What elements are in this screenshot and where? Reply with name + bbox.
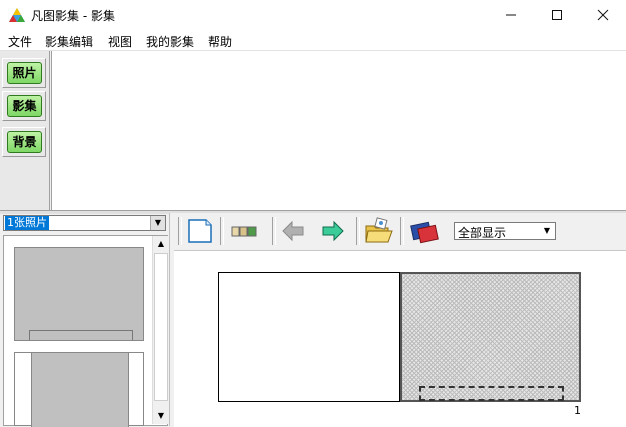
minimize-button[interactable] [488, 0, 534, 30]
scroll-down-icon[interactable]: ▼ [153, 408, 169, 424]
album-icon [410, 221, 439, 244]
layout-button[interactable] [228, 217, 257, 245]
minimize-icon [506, 14, 516, 16]
open-folder-button[interactable] [364, 217, 393, 245]
maximize-button[interactable] [534, 0, 580, 30]
toolbar-separator [178, 217, 182, 245]
title-bar: 凡图影集 - 影集 [0, 0, 626, 30]
album-toolbar [174, 213, 626, 249]
display-mode-value: 全部显示 [458, 226, 507, 240]
thumbnail-item[interactable] [14, 352, 144, 427]
page-number: 1 [574, 404, 581, 417]
previous-button[interactable] [280, 217, 308, 245]
album-button[interactable] [408, 217, 439, 245]
chevron-down-icon[interactable]: ▼ [150, 216, 165, 230]
thumbnail-list [3, 235, 168, 427]
window-title: 凡图影集 - 影集 [31, 9, 115, 23]
next-button[interactable] [318, 217, 346, 245]
prev-arrow-icon [282, 220, 304, 242]
album-page-left[interactable] [218, 272, 400, 402]
next-arrow-icon [322, 220, 344, 242]
menu-file[interactable]: 文件 [8, 33, 32, 50]
close-icon [597, 9, 609, 21]
close-button[interactable] [580, 0, 626, 30]
sidebar: 照片 影集 背景 [0, 51, 50, 211]
sidebar-item-background[interactable]: 背景 [7, 131, 42, 153]
content-panel [51, 51, 626, 210]
maximize-icon [552, 10, 562, 20]
menu-help[interactable]: 帮助 [208, 33, 232, 50]
thumbnail-caption-box [29, 330, 133, 340]
scrollbar-thumb[interactable] [154, 253, 168, 401]
toolbar-separator [356, 217, 360, 245]
photo-count-select[interactable]: 1张照片 ▼ [3, 215, 166, 231]
scroll-up-icon[interactable]: ▲ [153, 236, 169, 252]
display-mode-select[interactable]: 全部显示 ▼ [454, 222, 556, 240]
chevron-down-icon[interactable]: ▼ [540, 224, 554, 238]
thumbnail-scrollbar[interactable]: ▲ ▼ [152, 236, 169, 424]
thumbnail-item[interactable] [14, 247, 144, 341]
menu-view[interactable]: 视图 [108, 33, 132, 50]
sidebar-item-photos[interactable]: 照片 [7, 62, 42, 84]
menu-my-albums[interactable]: 我的影集 [146, 33, 194, 50]
selection-box[interactable] [419, 386, 564, 401]
new-page-button[interactable] [186, 217, 214, 245]
thumbnail-image [31, 353, 129, 427]
sidebar-item-album[interactable]: 影集 [7, 95, 42, 117]
new-page-icon [188, 219, 212, 243]
menu-bar: 文件 影集编辑 视图 我的影集 帮助 [0, 30, 626, 51]
toolbar-separator [220, 217, 224, 245]
toolbar-separator [400, 217, 404, 245]
album-page-right[interactable] [400, 272, 581, 402]
toolbar-separator [272, 217, 276, 245]
app-logo-icon [9, 8, 25, 22]
open-folder-icon [365, 217, 393, 243]
menu-album-edit[interactable]: 影集编辑 [45, 33, 93, 50]
layout-icon [231, 226, 257, 237]
photo-count-value: 1张照片 [5, 216, 49, 230]
